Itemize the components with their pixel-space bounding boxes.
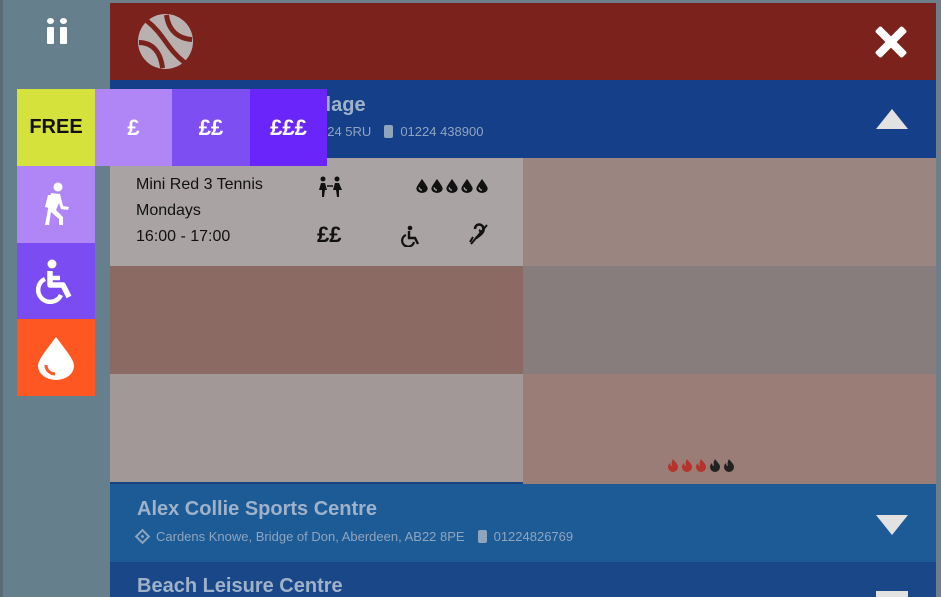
flame-icon	[710, 459, 720, 472]
filter-intensity[interactable]	[17, 319, 95, 396]
filter-walking[interactable]	[17, 166, 95, 243]
session-card-empty[interactable]	[523, 158, 936, 266]
tennis-ball-icon	[137, 13, 194, 70]
drop-icon	[431, 178, 443, 193]
session-day: Mondays	[136, 202, 201, 219]
flame-icon	[696, 459, 706, 472]
session-card-empty[interactable]	[110, 266, 523, 374]
header-bar	[110, 3, 936, 80]
intensity-drops	[415, 178, 489, 193]
venue-meta: 324 5RU 01224 438900	[320, 124, 483, 139]
wheelchair-icon	[36, 259, 72, 304]
venue-phone: 01224 438900	[400, 124, 484, 139]
walking-icon	[45, 182, 69, 225]
drop-icon	[416, 178, 428, 193]
session-title: Mini Red 3 Tennis	[136, 176, 263, 193]
drop-icon	[461, 178, 473, 193]
venue-name: Alex Collie Sports Centre	[137, 498, 378, 520]
filter-price-3[interactable]: £££	[250, 89, 327, 166]
close-icon[interactable]	[874, 25, 908, 59]
drop-icon	[476, 178, 488, 193]
venue-address: Cardens Knowe, Bridge of Don, Aberdeen, …	[156, 529, 465, 544]
drop-icon	[38, 337, 74, 380]
pause-icon[interactable]	[46, 18, 70, 46]
filter-price-2[interactable]: ££	[172, 89, 250, 166]
family-icon	[319, 176, 342, 197]
session-grid: Mini Red 3 Tennis Mondays 16:00 - 17:00 …	[110, 158, 936, 484]
venue-header-2[interactable]: Alex Collie Sports Centre Cardens Knowe,…	[110, 484, 936, 562]
filter-label: £	[127, 114, 140, 140]
session-card-empty[interactable]	[110, 374, 523, 482]
flame-icon	[682, 459, 692, 472]
expand-arrow-icon[interactable]	[876, 515, 908, 535]
filter-label: ££	[198, 114, 224, 140]
flame-icon	[668, 459, 678, 472]
phone-icon	[384, 125, 394, 138]
venue-phone: 01224826769	[493, 529, 574, 544]
session-time: 16:00 - 17:00	[136, 228, 231, 245]
wheelchair-icon	[401, 225, 420, 247]
venue-header-3[interactable]: Beach Leisure Centre	[110, 562, 936, 597]
filter-price-free[interactable]: FREE	[17, 89, 95, 166]
phone-icon	[477, 530, 487, 543]
hearing-loop-icon	[469, 223, 488, 245]
filter-wheelchair[interactable]	[17, 243, 95, 319]
filter-price-1[interactable]: £	[95, 89, 172, 166]
session-card[interactable]: Mini Red 3 Tennis Mondays 16:00 - 17:00 …	[110, 158, 523, 266]
venue-address: 324 5RU	[320, 124, 372, 139]
expand-arrow-icon[interactable]	[876, 591, 908, 597]
venue-meta: Cardens Knowe, Bridge of Don, Aberdeen, …	[134, 528, 574, 545]
session-card-empty[interactable]	[523, 266, 936, 374]
session-price: ££	[317, 222, 342, 247]
drop-icon	[446, 178, 458, 193]
session-card-rating[interactable]	[523, 374, 936, 484]
location-pin-icon	[134, 528, 151, 545]
flame-icon	[724, 459, 734, 472]
collapse-arrow-icon[interactable]	[876, 109, 908, 129]
filter-label: FREE	[29, 116, 83, 138]
filter-label: £££	[270, 114, 307, 140]
flame-rating	[666, 458, 736, 472]
venue-name: Beach Leisure Centre	[137, 575, 343, 597]
